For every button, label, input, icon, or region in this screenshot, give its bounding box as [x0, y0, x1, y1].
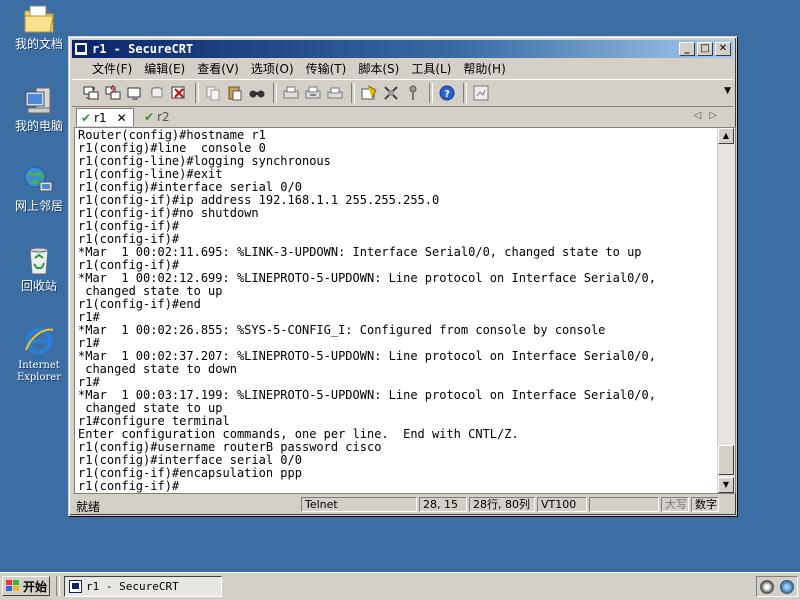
start-label: 开始: [23, 579, 48, 594]
tab-label: r2: [157, 110, 170, 124]
toolbar-separator: [273, 83, 277, 103]
taskbar-item-securecrt[interactable]: r1 - SecureCRT: [64, 576, 222, 597]
tab-prev-icon[interactable]: ◁: [694, 110, 710, 121]
status-terminal-type: VT100: [537, 497, 587, 512]
toolbar-separator: [429, 83, 433, 103]
desktop-icon-my-computer[interactable]: 我的电脑: [6, 84, 72, 133]
folder-icon: [22, 2, 56, 36]
desktop-icon-label: Internet Explorer: [16, 360, 62, 383]
terminal-area[interactable]: Router(config)#hostname r1 r1(config)#li…: [74, 127, 736, 494]
scroll-thumb[interactable]: [718, 445, 734, 475]
tab-close-icon[interactable]: ✕: [117, 111, 127, 125]
tab-next-icon[interactable]: ▷: [709, 110, 725, 121]
global-options-icon[interactable]: [382, 84, 400, 102]
svg-text:?: ?: [444, 89, 450, 100]
internet-explorer-icon: [22, 324, 56, 358]
desktop-icon-recycle-bin[interactable]: 回收站: [6, 244, 72, 293]
scroll-up-icon[interactable]: ▲: [718, 128, 734, 144]
menu-options[interactable]: 选项(O): [245, 60, 300, 77]
find-icon[interactable]: [248, 84, 266, 102]
connected-check-icon: ✔: [81, 110, 92, 125]
volume-icon[interactable]: [760, 579, 774, 594]
print-selection-icon[interactable]: [304, 84, 322, 102]
terminal-output: Router(config)#hostname r1 r1(config)#li…: [78, 128, 656, 493]
close-button[interactable]: ✕: [715, 42, 731, 56]
desktop-icon-network[interactable]: 网上邻居: [6, 164, 72, 213]
menu-view[interactable]: 查看(V): [191, 60, 245, 77]
toolbar-separator: [351, 83, 355, 103]
status-terminal-size: 28行, 80列: [469, 497, 535, 512]
securecrt-app-icon[interactable]: [74, 42, 88, 56]
connected-check-icon: ✔: [144, 110, 155, 124]
print-icon[interactable]: [326, 84, 344, 102]
status-protocol: Telnet: [301, 497, 417, 512]
quick-connect-icon[interactable]: [104, 84, 122, 102]
status-cursor-position: 28, 15: [419, 497, 467, 512]
minimize-button[interactable]: _: [679, 42, 695, 56]
taskbar: 开始 r1 - SecureCRT: [0, 572, 800, 600]
session-tabs: ✔ r1 ✕ ✔ r2 ◁▷: [72, 107, 733, 127]
connect-tab-icon[interactable]: [126, 84, 144, 102]
log-icon[interactable]: [472, 84, 490, 102]
menu-transfer[interactable]: 传输(T): [300, 60, 353, 77]
desktop-icon-label: 我的文档: [14, 37, 63, 51]
desktop-icon-label: 我的电脑: [14, 119, 63, 133]
desktop-icon-label: 网上邻居: [14, 199, 63, 213]
connect-icon[interactable]: [82, 84, 100, 102]
maximize-button[interactable]: □: [697, 42, 713, 56]
menu-script[interactable]: 脚本(S): [352, 60, 405, 77]
desktop-icon-internet-explorer[interactable]: Internet Explorer: [6, 324, 72, 384]
toolbar-separator: [463, 83, 467, 103]
paste-icon[interactable]: [226, 84, 244, 102]
reconnect-icon[interactable]: [148, 84, 166, 102]
help-icon[interactable]: ?: [438, 84, 456, 102]
vertical-scrollbar[interactable]: ▲ ▼: [717, 128, 735, 493]
system-tray: [756, 576, 798, 597]
securecrt-app-icon: [69, 580, 82, 593]
desktop-icon-label: 回收站: [20, 279, 57, 293]
network-globe-icon: [22, 164, 56, 198]
status-ready: 就绪: [76, 500, 101, 514]
network-status-icon[interactable]: [780, 579, 794, 594]
tab-r2[interactable]: ✔ r2: [140, 108, 180, 126]
status-caps-lock: 大写: [661, 497, 689, 512]
computer-icon: [22, 84, 56, 118]
start-button[interactable]: 开始: [2, 576, 50, 596]
recycle-bin-icon: [22, 244, 56, 278]
session-options-icon[interactable]: [360, 84, 378, 102]
toolbar-overflow-icon[interactable]: ▼: [724, 86, 731, 96]
status-blank: [589, 497, 659, 512]
tab-r1[interactable]: ✔ r1 ✕: [76, 108, 134, 126]
scroll-down-icon[interactable]: ▼: [718, 477, 734, 493]
toolbar: ? ▼: [72, 79, 733, 107]
copy-icon[interactable]: [204, 84, 222, 102]
taskbar-separator: [56, 576, 60, 596]
menu-file[interactable]: 文件(F): [86, 60, 138, 77]
menu-help[interactable]: 帮助(H): [457, 60, 511, 77]
menu-edit[interactable]: 编辑(E): [138, 60, 191, 77]
securecrt-window: r1 - SecureCRT _ □ ✕ 文件(F) 编辑(E) 查看(V) 选…: [68, 36, 737, 516]
disconnect-icon[interactable]: [170, 84, 188, 102]
windows-logo-icon: [6, 580, 20, 592]
window-title: r1 - SecureCRT: [92, 42, 194, 56]
tab-navigation: ◁▷: [694, 110, 725, 121]
desktop-icon-my-documents[interactable]: 我的文档: [6, 2, 72, 51]
menu-bar: 文件(F) 编辑(E) 查看(V) 选项(O) 传输(T) 脚本(S) 工具(L…: [72, 59, 733, 77]
menu-tools[interactable]: 工具(L): [405, 60, 457, 77]
keymap-icon[interactable]: [404, 84, 422, 102]
status-num-lock: 数字: [691, 497, 719, 512]
status-bar: 就绪 Telnet 28, 15 28行, 80列 VT100 大写 数字: [72, 496, 733, 514]
toolbar-separator: [195, 83, 199, 103]
print-setup-icon[interactable]: [282, 84, 300, 102]
tab-label: r1: [94, 110, 107, 125]
title-bar[interactable]: r1 - SecureCRT _ □ ✕: [72, 40, 733, 58]
taskbar-item-label: r1 - SecureCRT: [86, 580, 179, 593]
